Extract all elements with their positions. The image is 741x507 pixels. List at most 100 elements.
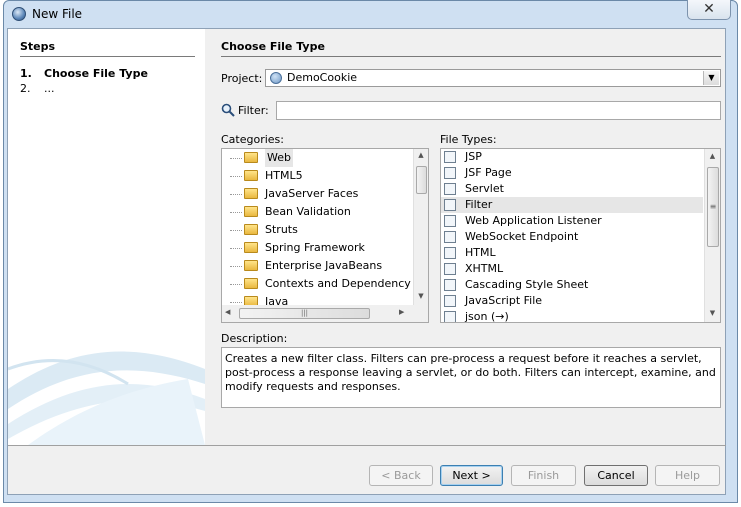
category-label: JavaServer Faces <box>265 187 359 200</box>
jsp-file-icon <box>444 151 456 163</box>
folder-icon <box>244 152 258 163</box>
close-button[interactable]: ✕ <box>687 0 731 20</box>
file-type-item[interactable]: Cascading Style Sheet <box>441 277 703 293</box>
folder-icon <box>244 278 258 289</box>
category-label: Bean Validation <box>265 205 351 218</box>
folder-icon <box>244 206 258 217</box>
chevron-down-icon[interactable]: ▼ <box>703 71 719 85</box>
html-file-icon <box>444 247 456 259</box>
tree-connector <box>230 230 242 231</box>
file-type-label: Web Application Listener <box>465 214 602 227</box>
file-type-item[interactable]: Web Application Listener <box>441 213 703 229</box>
tree-connector <box>230 248 242 249</box>
category-item[interactable]: Contexts and Dependency Inje <box>222 275 428 293</box>
description-text: Creates a new filter class. Filters can … <box>221 347 721 408</box>
file-type-item[interactable]: JavaScript File <box>441 293 703 309</box>
project-value: DemoCookie <box>287 71 358 84</box>
button-bar-divider <box>8 445 726 446</box>
category-item[interactable]: JavaServer Faces <box>222 185 412 203</box>
category-label: Enterprise JavaBeans <box>265 259 383 272</box>
category-item[interactable]: Bean Validation <box>222 203 412 221</box>
file-type-label: XHTML <box>465 262 504 275</box>
category-item[interactable]: Spring Framework <box>222 239 412 257</box>
file-types-list[interactable]: JSP JSF Page Servlet Filter Web Application … <box>440 148 721 323</box>
category-label: Struts <box>265 223 298 236</box>
scroll-down-icon[interactable]: ▼ <box>705 309 720 317</box>
project-combobox[interactable]: DemoCookie ▼ <box>265 69 721 87</box>
file-type-label: JSP <box>465 150 482 163</box>
next-button[interactable]: Next > <box>440 465 503 486</box>
description-label: Description: <box>221 332 288 345</box>
scroll-up-icon[interactable]: ▲ <box>705 152 720 160</box>
folder-icon <box>244 188 258 199</box>
back-button[interactable]: < Back <box>369 465 433 486</box>
file-type-item[interactable]: JSP <box>441 149 703 165</box>
category-label: Contexts and Dependency Inje <box>265 277 429 290</box>
window-title: New File <box>32 7 83 21</box>
tree-connector <box>230 176 242 177</box>
category-item[interactable]: Web <box>222 149 412 167</box>
folder-icon <box>244 260 258 271</box>
file-type-label: Filter <box>465 198 493 211</box>
file-type-label: JSF Page <box>465 166 512 179</box>
file-type-item[interactable]: WebSocket Endpoint <box>441 229 703 245</box>
folder-icon <box>244 242 258 253</box>
category-item[interactable]: HTML5 <box>222 167 412 185</box>
cancel-button[interactable]: Cancel <box>584 465 648 486</box>
file-types-scroll-thumb[interactable]: ≡ <box>707 167 719 247</box>
scroll-down-icon[interactable]: ▼ <box>414 292 428 300</box>
category-label: Spring Framework <box>265 241 365 254</box>
categories-label: Categories: <box>221 133 284 146</box>
filter-input[interactable] <box>276 101 721 120</box>
steps-title: Steps <box>20 40 56 53</box>
categories-hscroll-thumb[interactable]: ||| <box>239 308 370 319</box>
file-type-item[interactable]: XHTML <box>441 261 703 277</box>
steps-panel: Steps 1. Choose File Type 2.... <box>8 29 205 445</box>
file-type-label: HTML <box>465 246 496 259</box>
file-type-label: WebSocket Endpoint <box>465 230 579 243</box>
project-label: Project: <box>221 72 263 85</box>
file-types-vertical-scrollbar[interactable]: ▲ ≡ ▼ <box>704 149 720 322</box>
step-item-2: 2.... <box>20 82 55 95</box>
scroll-right-icon[interactable]: ▶ <box>399 308 404 316</box>
tree-connector <box>230 158 242 159</box>
file-type-item[interactable]: Servlet <box>441 181 703 197</box>
tree-connector <box>230 302 242 303</box>
file-type-item[interactable]: json (→) <box>441 309 703 323</box>
file-type-label: Servlet <box>465 182 504 195</box>
file-type-label: json (→) <box>465 310 509 323</box>
categories-horizontal-scrollbar[interactable]: ◀ ||| ▶ <box>222 305 428 322</box>
category-label: HTML5 <box>265 169 303 182</box>
file-type-item[interactable]: JSF Page <box>441 165 703 181</box>
tree-connector <box>230 266 242 267</box>
filter-icon <box>444 199 456 211</box>
search-icon <box>221 103 235 117</box>
category-item[interactable]: Enterprise JavaBeans <box>222 257 412 275</box>
tree-connector <box>230 194 242 195</box>
file-type-item[interactable]: HTML <box>441 245 703 261</box>
servlet-icon <box>444 183 456 195</box>
categories-scroll-thumb[interactable] <box>416 166 427 194</box>
main-pane: Choose File Type Project: DemoCookie ▼ F… <box>209 29 725 445</box>
scroll-up-icon[interactable]: ▲ <box>414 151 428 159</box>
file-types-label: File Types: <box>440 133 497 146</box>
project-globe-icon <box>270 72 282 84</box>
file-type-item[interactable]: Filter <box>441 197 703 213</box>
scroll-left-icon[interactable]: ◀ <box>225 308 230 316</box>
decorative-swoosh-graphic <box>8 351 205 445</box>
categories-tree[interactable]: Web HTML5 JavaServer Faces Bean Validation S… <box>221 148 429 323</box>
jsf-page-icon <box>444 167 456 179</box>
category-label: Web <box>265 149 293 167</box>
finish-button[interactable]: Finish <box>511 465 576 486</box>
title-bar[interactable]: New File ✕ <box>4 0 737 29</box>
javascript-file-icon <box>444 295 456 307</box>
filter-label: Filter: <box>238 104 269 117</box>
categories-vertical-scrollbar[interactable]: ▲ ▼ <box>413 149 428 305</box>
tree-connector <box>230 284 242 285</box>
css-file-icon <box>444 279 456 291</box>
app-globe-icon <box>12 7 26 21</box>
help-button[interactable]: Help <box>655 465 720 486</box>
listener-icon <box>444 215 456 227</box>
category-item[interactable]: Struts <box>222 221 412 239</box>
xhtml-file-icon <box>444 263 456 275</box>
